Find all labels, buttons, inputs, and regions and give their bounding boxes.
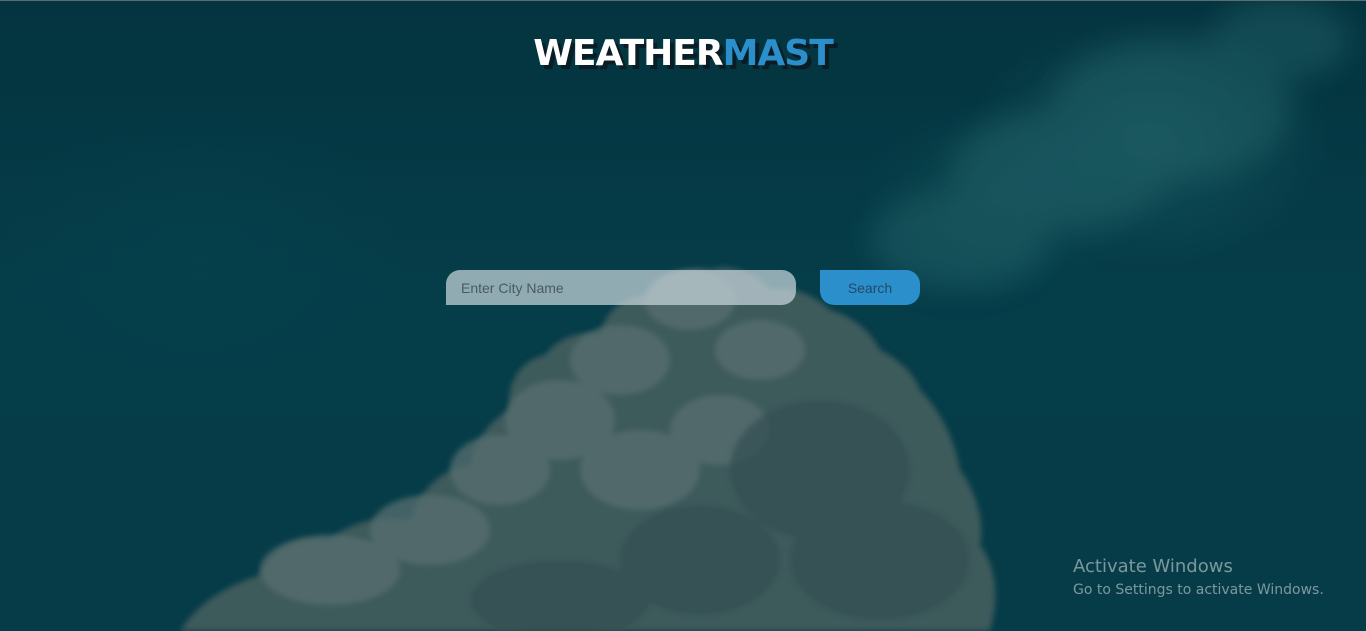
- top-border: [0, 0, 1366, 1]
- search-button[interactable]: Search: [820, 270, 920, 305]
- city-search-input[interactable]: [446, 270, 796, 305]
- background-sky: [0, 0, 1366, 631]
- logo-text-weather: WEATHER: [533, 33, 723, 74]
- cloud-image: [0, 0, 1366, 631]
- watermark-subtitle: Go to Settings to activate Windows.: [1073, 582, 1324, 598]
- watermark-title: Activate Windows: [1073, 556, 1233, 577]
- windows-activation-watermark: Activate Windows Go to Settings to activ…: [1073, 556, 1324, 601]
- app-logo: WEATHERMAST: [0, 32, 1366, 76]
- logo-text-mast: MAST: [722, 33, 834, 74]
